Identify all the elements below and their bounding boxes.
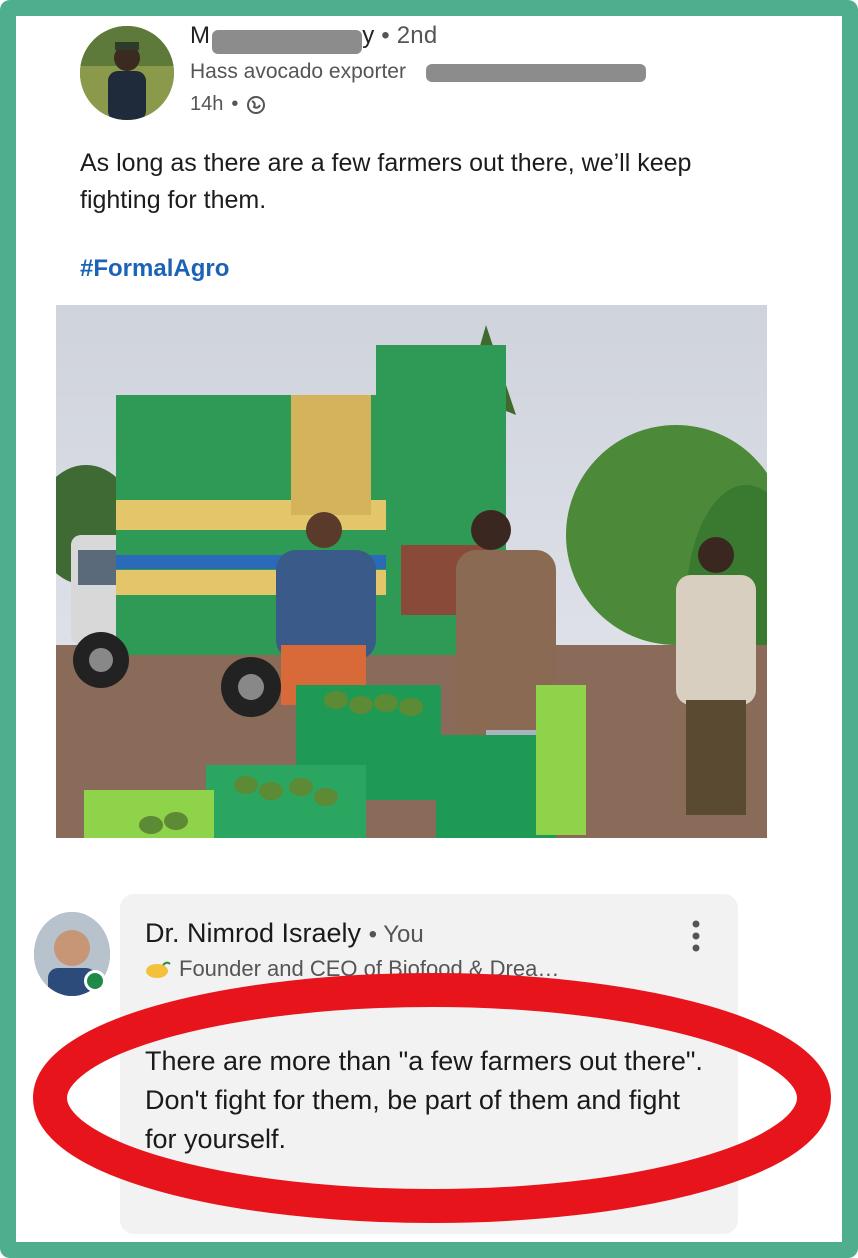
you-label: • You xyxy=(368,921,424,948)
post-meta: 14h • xyxy=(190,93,266,116)
redaction-phone xyxy=(426,64,646,82)
author-headline: Hass avocado exporter xyxy=(190,60,406,83)
connection-degree: • 2nd xyxy=(381,22,438,49)
commenter-name[interactable]: Dr. Nimrod Israely • You xyxy=(145,918,424,949)
author-avatar[interactable] xyxy=(80,26,174,120)
meta-separator: • xyxy=(231,93,239,115)
commenter-headline: Founder and CEO of Biofood & Drea… xyxy=(145,956,665,982)
author-photo xyxy=(80,26,174,120)
post-text: As long as there are a few farmers out t… xyxy=(80,149,692,214)
comment-text: There are more than "a few farmers out t… xyxy=(145,1046,703,1154)
more-vertical-icon[interactable] xyxy=(688,918,704,958)
online-status-dot xyxy=(84,970,106,992)
globe-icon xyxy=(247,95,266,114)
hashtag-link[interactable]: #FormalAgro xyxy=(80,255,229,283)
post-time: 14h xyxy=(190,93,224,115)
post-image[interactable] xyxy=(56,305,767,838)
mango-icon xyxy=(146,961,171,978)
redaction-name xyxy=(212,30,362,54)
